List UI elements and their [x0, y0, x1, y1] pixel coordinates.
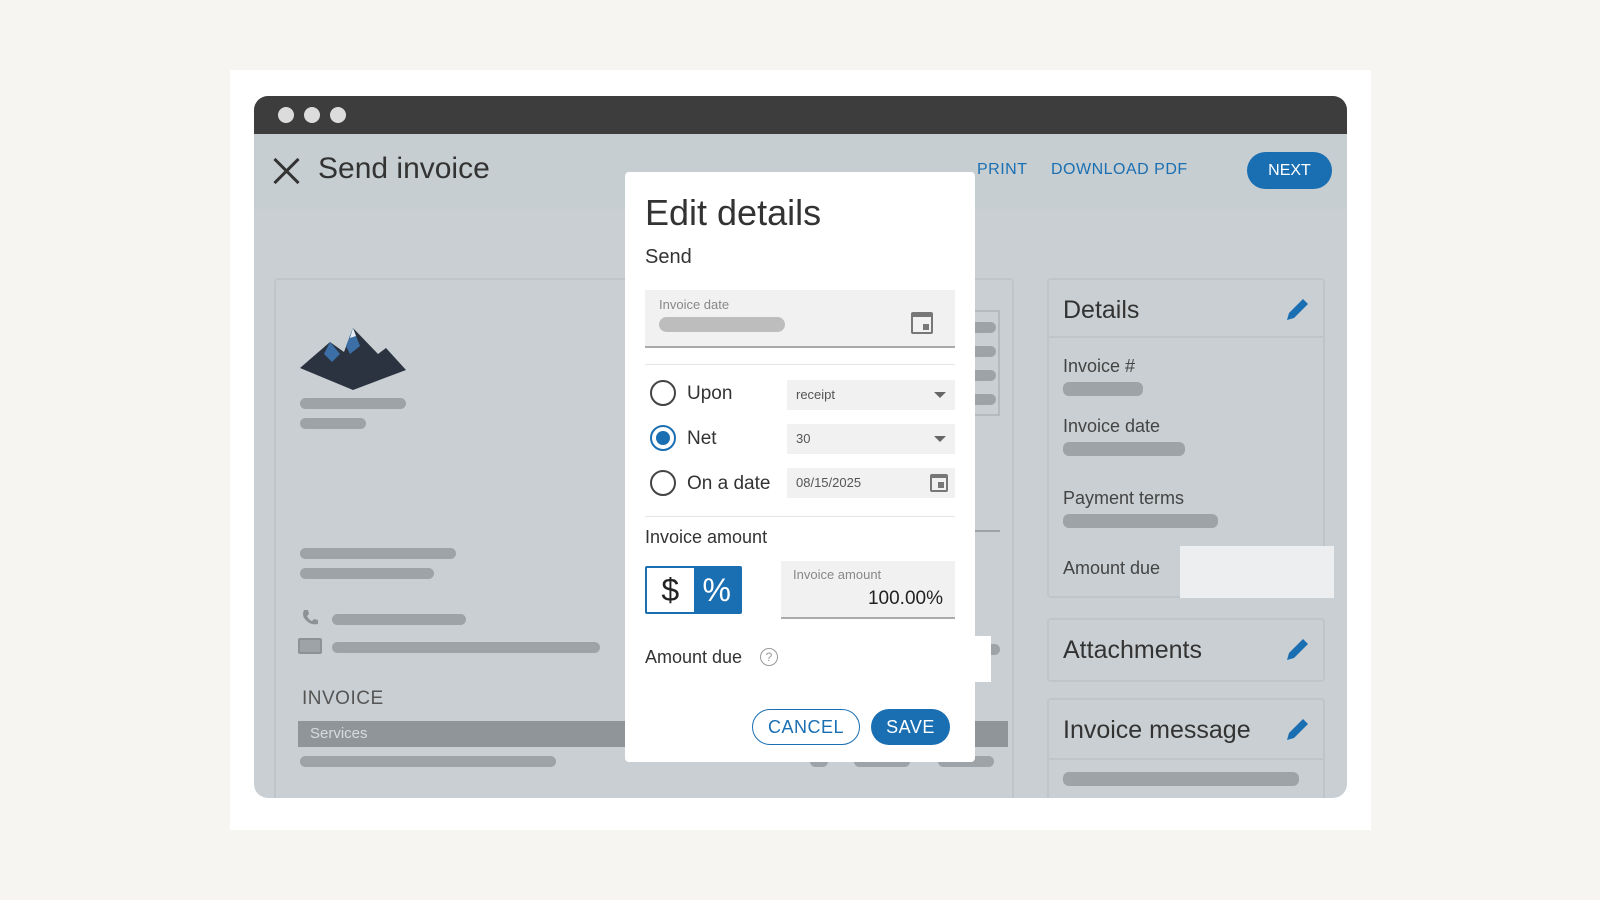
amount-due-value-field	[975, 636, 991, 682]
terms-label-net: Net	[687, 428, 717, 449]
invoice-number-label: Invoice #	[1063, 356, 1136, 376]
due-date-input[interactable]: 08/15/2025	[787, 468, 955, 498]
window-dot-3[interactable]	[330, 107, 346, 123]
edit-attachments-pencil-icon[interactable]	[1283, 634, 1313, 664]
chevron-down-icon	[934, 436, 946, 442]
close-icon[interactable]	[272, 156, 302, 186]
download-pdf-link[interactable]: DOWNLOAD PDF	[1051, 161, 1188, 179]
window-dot-2[interactable]	[304, 107, 320, 123]
email-icon	[298, 638, 322, 654]
details-divider	[1049, 336, 1323, 338]
invoice-amount-input-label: Invoice amount	[793, 567, 882, 582]
invoice-message-title: Invoice message	[1063, 716, 1251, 744]
message-divider	[1049, 758, 1323, 760]
next-button[interactable]: NEXT	[1247, 152, 1332, 189]
net-days-select[interactable]: 30	[787, 424, 955, 454]
invoice-date-label: Invoice date	[1063, 416, 1161, 436]
service-row-placeholder	[300, 756, 556, 767]
invoice-amount-input[interactable]: Invoice amount 100.00%	[781, 561, 955, 619]
amount-type-toggle: $ %	[645, 566, 742, 614]
address-line-placeholder	[300, 548, 456, 559]
attachments-card: Attachments	[1047, 618, 1325, 682]
modal-title: Edit details	[645, 192, 822, 233]
terms-radio-upon[interactable]	[650, 380, 676, 406]
percent-toggle-button[interactable]: %	[693, 568, 740, 612]
mountain-logo	[300, 328, 406, 390]
invoice-heading: INVOICE	[302, 688, 384, 709]
save-button[interactable]: SAVE	[871, 709, 950, 745]
cancel-button[interactable]: CANCEL	[752, 709, 860, 745]
company-sub-placeholder	[300, 418, 366, 429]
phone-icon	[303, 610, 318, 625]
invoice-amount-input-value: 100.00%	[867, 588, 943, 609]
terms-label-on-a-date: On a date	[687, 473, 771, 494]
upon-select-value: receipt	[796, 387, 836, 402]
due-date-value: 08/15/2025	[796, 475, 862, 490]
window-titlebar	[254, 96, 1347, 134]
payment-terms-label: Payment terms	[1063, 488, 1185, 508]
email-placeholder	[332, 642, 600, 653]
company-name-placeholder	[300, 398, 406, 409]
dollar-toggle-button[interactable]: $	[647, 568, 694, 612]
invoice-date-placeholder	[1063, 442, 1185, 456]
amount-due-label: Amount due	[1063, 558, 1161, 578]
section-divider	[645, 364, 955, 365]
page-title: Send invoice	[318, 152, 490, 185]
net-days-select-value: 30	[796, 431, 811, 446]
edit-message-pencil-icon[interactable]	[1283, 714, 1313, 744]
amount-due-value-box	[1180, 546, 1334, 598]
section-divider	[645, 516, 955, 517]
upon-select[interactable]: receipt	[787, 380, 955, 410]
payment-terms-placeholder	[1063, 514, 1218, 528]
terms-label-upon: Upon	[687, 383, 733, 404]
address-line-placeholder	[300, 568, 434, 579]
message-placeholder	[1063, 772, 1299, 786]
chevron-down-icon	[934, 392, 946, 398]
help-icon[interactable]: ?	[760, 648, 778, 666]
calendar-icon[interactable]	[930, 474, 948, 492]
invoice-date-field[interactable]: Invoice date	[645, 290, 955, 348]
modal-subtitle: Send	[645, 246, 692, 268]
terms-radio-on-a-date[interactable]	[650, 470, 676, 496]
edit-details-pencil-icon[interactable]	[1283, 294, 1313, 324]
calendar-icon[interactable]	[911, 312, 933, 334]
invoice-number-placeholder	[1063, 382, 1143, 396]
invoice-amount-heading: Invoice amount	[645, 527, 768, 547]
amount-due-label: Amount due	[645, 647, 743, 667]
invoice-date-value-placeholder	[659, 317, 785, 332]
invoice-message-card: Invoice message	[1047, 698, 1325, 798]
terms-radio-net[interactable]	[650, 425, 676, 451]
attachments-title: Attachments	[1063, 636, 1202, 664]
print-link[interactable]: PRINT	[977, 161, 1028, 179]
details-title: Details	[1063, 296, 1140, 324]
window-dot-1[interactable]	[278, 107, 294, 123]
phone-placeholder	[332, 614, 466, 625]
invoice-date-field-label: Invoice date	[659, 297, 730, 312]
edit-details-modal: Edit details Send Invoice date Upon rece…	[625, 172, 975, 762]
